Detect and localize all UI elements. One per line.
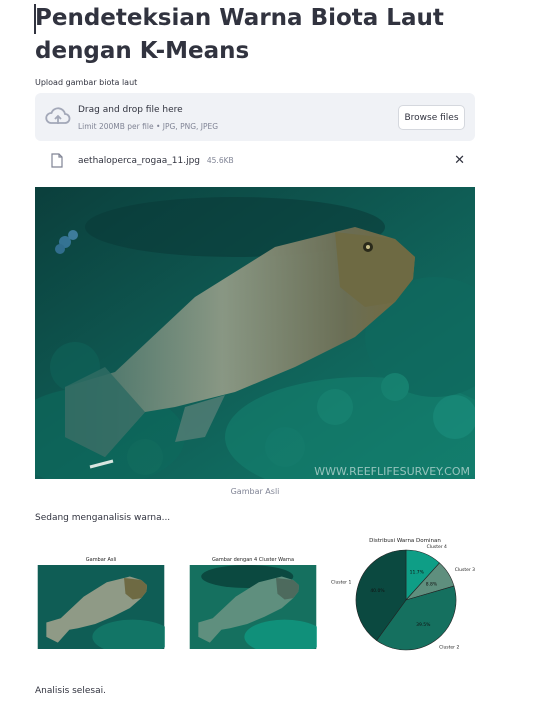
status-text: Sedang menganalisis warna... [35, 513, 171, 523]
uploader-label: Upload gambar biota laut [35, 78, 138, 87]
original-thumbnail [37, 565, 165, 649]
pie-chart-svg: Distribusi Warna Dominan 11.7% Cluster 4 8… [331, 538, 475, 651]
color-distribution-chart: Distribusi Warna Dominan 11.7% Cluster 4 8… [330, 534, 480, 662]
browse-files-button[interactable]: Browse files [398, 105, 465, 130]
pie-legend-label: Cluster 2 [439, 645, 459, 651]
pie-percent-label: 40.0% [370, 588, 385, 594]
pie-legend-label: Cluster 1 [331, 580, 351, 586]
clustered-thumbnail-figure: Gambar dengan 4 Cluster Warna [189, 557, 317, 651]
pie-percent-label: 11.7% [410, 570, 425, 576]
image-caption: Gambar Asli [230, 487, 280, 496]
clustered-thumbnail-title: Gambar dengan 4 Cluster Warna [211, 557, 295, 563]
original-image: WWW.REEFLIFESURVEY.COM [35, 187, 475, 479]
close-icon[interactable]: ✕ [454, 153, 465, 168]
image-watermark: WWW.REEFLIFESURVEY.COM [314, 465, 470, 478]
uploaded-file-row: aethaloperca_rogaa_11.jpg 45.6KB ✕ [35, 152, 475, 172]
file-icon [51, 153, 63, 168]
clustered-thumbnail [189, 565, 317, 649]
file-size: 45.6KB [206, 156, 234, 165]
pie-legend-label: Cluster 4 [427, 544, 447, 550]
original-thumbnail-figure: Gambar Asli [37, 557, 165, 651]
page-title: Pendeteksian Warna Biota Laut dengan K-M… [35, 5, 444, 64]
original-thumbnail-title: Gambar Asli [85, 557, 117, 563]
cloud-upload-icon [45, 107, 71, 124]
file-dropzone[interactable]: Drag and drop file here Limit 200MB per … [35, 93, 475, 141]
pie-percent-label: 39.5% [416, 622, 431, 628]
dropzone-title: Drag and drop file here [78, 105, 183, 115]
file-name: aethaloperca_rogaa_11.jpg [78, 156, 201, 166]
pie-legend-label: Cluster 3 [455, 567, 475, 573]
chart-title: Distribusi Warna Dominan [369, 538, 441, 544]
pie-percent-label: 8.8% [426, 582, 438, 588]
done-text: Analisis selesai. [35, 686, 106, 696]
dropzone-limit: Limit 200MB per file • JPG, PNG, JPEG [78, 122, 219, 131]
